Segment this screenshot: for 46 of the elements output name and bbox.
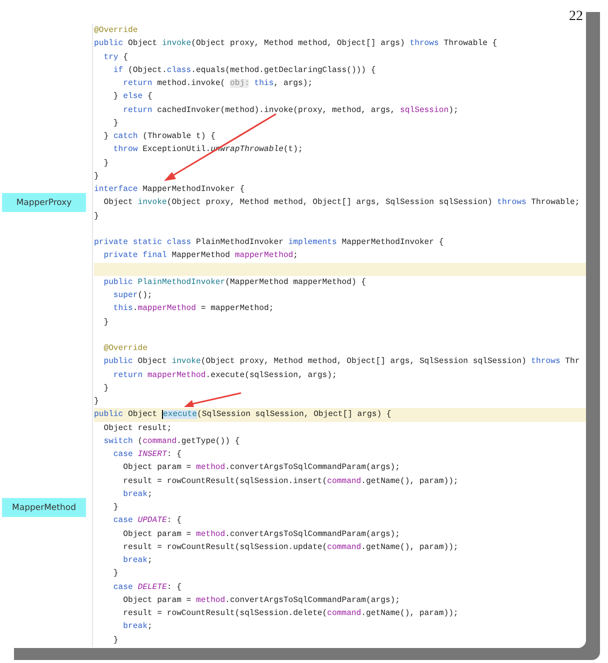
code-line: return cachedInvoker(method).invoke(proxy, method, args, sqlSession); — [122, 104, 458, 116]
code-line: return mapperMethod.execute(sqlSession, args); — [112, 370, 337, 382]
code-line: } else { — [112, 91, 152, 104]
code-line: } — [112, 118, 118, 130]
code-line: switch (command.getType()) { — [102, 436, 240, 448]
code-line: } — [102, 316, 109, 328]
code-line: } — [94, 210, 99, 222]
code-line: super(); — [112, 290, 152, 302]
code-line: } — [94, 396, 99, 408]
code-line: Object param = method.convertArgsToSqlCommandParam(args); — [122, 594, 400, 607]
code-line: public Object invoke(Object proxy, Method method, Object[] args, SqlSession sqlSession) throws Thr — [102, 356, 580, 368]
code-line: return method.invoke( obj: this, args); — [122, 78, 313, 90]
class-label: MapperProxy — [2, 193, 86, 212]
code-line: case UPDATE: { — [112, 515, 182, 528]
code-line: private static class PlainMethodInvoker implements MapperMethodInvoker { — [94, 237, 444, 249]
code-line: @Override — [102, 343, 148, 355]
code-line: interface MapperMethodInvoker { — [94, 184, 245, 196]
code-line: Object result; — [102, 422, 172, 434]
code-line: @Override — [94, 25, 138, 37]
code-line: public Object invoke(Object proxy, Method method, Object[] args) throws Throwable { — [94, 38, 498, 50]
code-line: result = rowCountResult(sqlSession.update(command.getName(), param)); — [122, 542, 458, 554]
page-number: 22 — [569, 9, 583, 25]
code-line: result = rowCountResult(sqlSession.insert(command.getName(), param)); — [122, 476, 458, 488]
code-line: } catch (Throwable t) { — [102, 131, 216, 143]
code-line: } — [112, 634, 118, 646]
code-line: Object invoke(Object proxy, Method method, Object[] args, SqlSession sqlSession) throws Throwable; — [102, 197, 580, 210]
code-line: case DELETE: { — [112, 582, 182, 594]
code-line: public PlainMethodInvoker(MapperMethod mapperMethod) { — [102, 276, 366, 289]
code-line: break; — [122, 555, 152, 567]
code-line: Object param = method.convertArgsToSqlCommandParam(args); — [122, 528, 400, 540]
class-label: MapperMethod — [2, 498, 86, 517]
code-line: try { — [102, 52, 128, 64]
code-line: } — [102, 382, 109, 395]
code-line: case INSERT: { — [112, 449, 182, 461]
code-line: if (Object.class.equals(method.getDeclaringClass())) { — [112, 64, 376, 77]
code-line: private final MapperMethod mapperMethod; — [102, 250, 298, 262]
code-line: } — [112, 502, 118, 514]
arrow — [184, 392, 242, 407]
code-line: } — [112, 568, 118, 580]
code-line: Object param = method.convertArgsToSqlCommandParam(args); — [122, 462, 400, 474]
code-line: } — [102, 158, 109, 170]
code-line: } — [94, 170, 99, 183]
code-line: break; — [122, 621, 152, 634]
code-line: result = rowCountResult(sqlSession.delete(command.getName(), param)); — [122, 608, 458, 620]
code-line: this.mapperMethod = mapperMethod; — [112, 303, 274, 316]
code-line: break; — [122, 488, 152, 501]
